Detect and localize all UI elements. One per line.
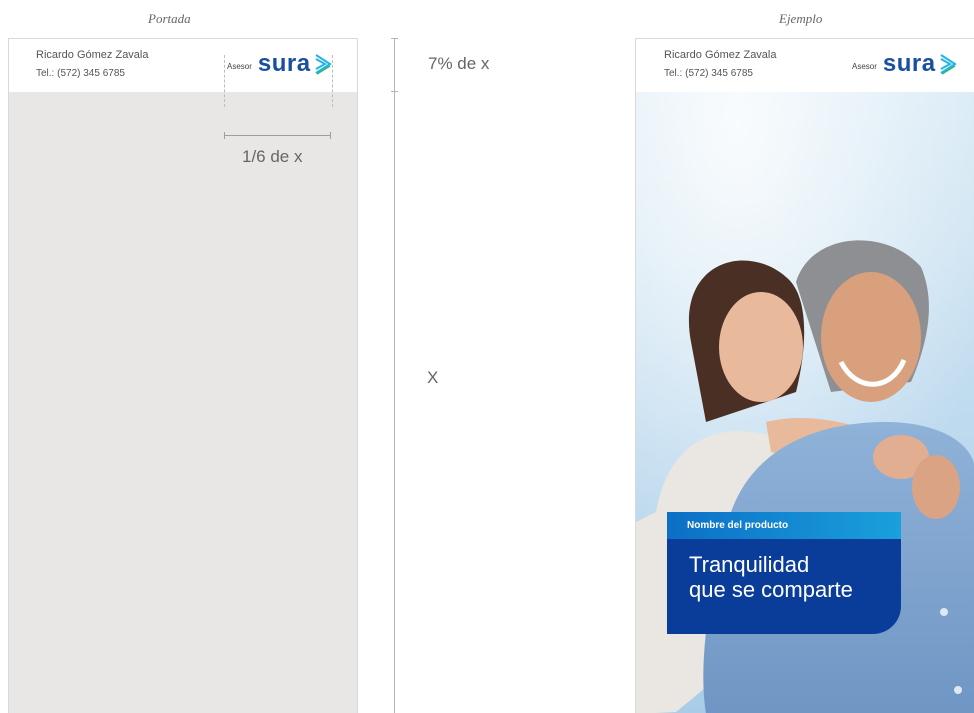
example-header: Ricardo Gómez Zavala Tel.: (572) 345 678… [636,39,974,92]
caption-ejemplo: Ejemplo [779,11,823,26]
logo-guide-box [224,55,333,107]
cover-example: Ricardo Gómez Zavala Tel.: (572) 345 678… [635,38,974,713]
logo-width-measure [224,132,331,139]
sura-logo: sura [882,50,936,77]
asesor-label: Asesor [852,61,877,71]
logo-width-label: 1/6 de x [242,147,303,166]
header-height-label: 7% de x [428,54,490,73]
tagline-line-1: Tranquilidad [689,552,810,577]
cover-template: Ricardo Gómez Zavala Tel.: (572) 345 678… [8,38,358,713]
product-name-strip: Nombre del producto [667,512,901,539]
product-title-box: Nombre del producto Tranquilidad que se … [667,512,901,634]
advisor-name: Ricardo Gómez Zavala [36,49,149,61]
tagline-line-2: que se comparte [689,577,853,602]
height-ruler [394,38,395,713]
advisor-phone: Tel.: (572) 345 6785 [664,68,753,79]
sura-wing-icon [940,54,957,75]
advisor-phone: Tel.: (572) 345 6785 [36,68,125,79]
caption-portada: Portada [148,11,191,26]
ruler-tick-top [391,38,398,39]
page-height-label: X [427,368,439,387]
ruler-tick-header [391,91,398,92]
product-tagline: Tranquilidad que se comparte [667,539,901,602]
brand-block: Asesor sura [852,50,957,77]
advisor-name: Ricardo Gómez Zavala [664,49,777,61]
